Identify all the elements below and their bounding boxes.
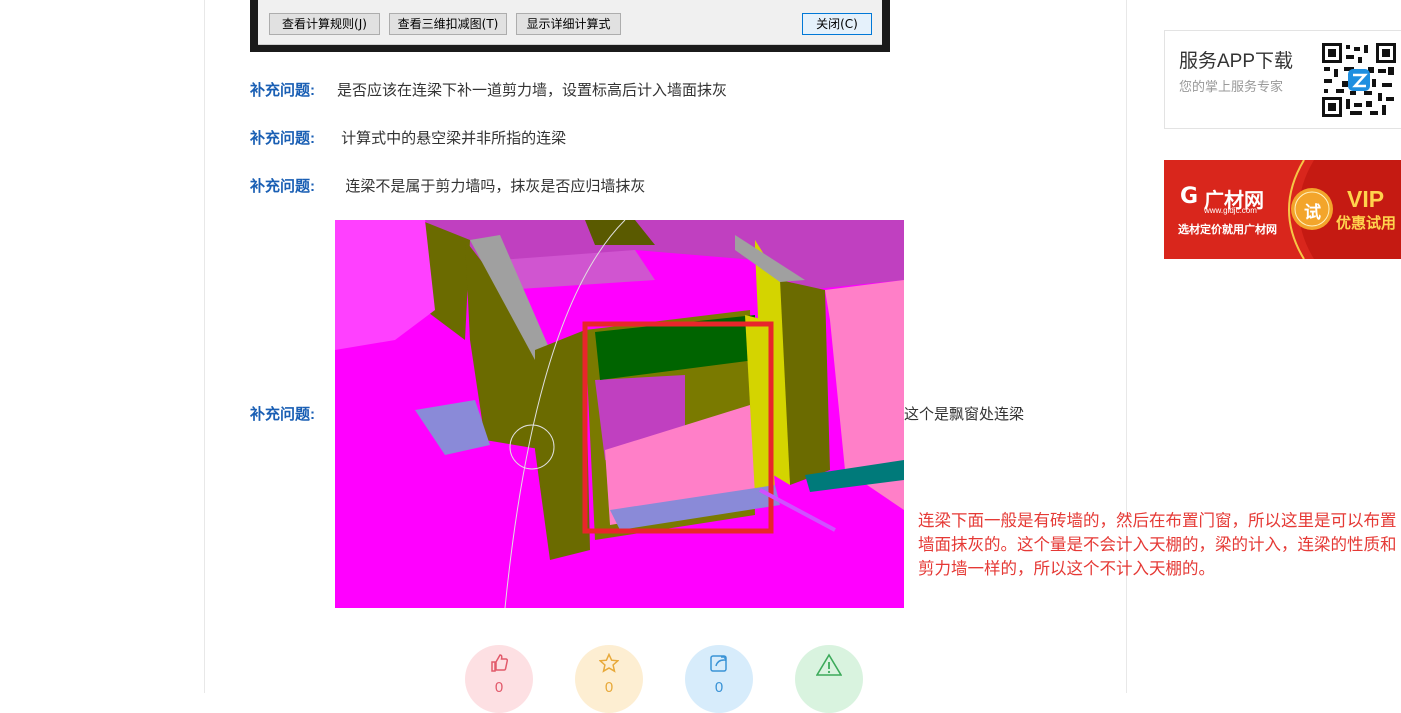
- share-icon: [685, 653, 753, 679]
- like-button[interactable]: 0: [465, 645, 533, 713]
- model-caption: 这个是飘窗处连梁: [904, 406, 1025, 423]
- favorite-count: 0: [604, 679, 614, 696]
- view-rules-button[interactable]: 查看计算规则(J): [269, 13, 380, 35]
- question-text: 是否应该在连梁下补一道剪力墙，设置标高后计入墙面抹灰: [337, 82, 728, 99]
- favorite-button[interactable]: 0: [575, 645, 643, 713]
- answer-annotation: 连梁下面一般是有砖墙的，然后在布置门窗，所以这里是可以布置墙面抹灰的。这个量是不…: [918, 511, 1397, 578]
- share-button[interactable]: 0: [685, 645, 753, 713]
- like-count: 0: [494, 679, 504, 696]
- dialog-screenshot: 查看计算规则(J) 查看三维扣减图(T) 显示详细计算式 关闭(C): [250, 0, 890, 52]
- question-label: 补充问题:: [250, 82, 315, 99]
- question-row: 补充问题: 是否应该在连梁下补一道剪力墙，设置标高后计入墙面抹灰: [250, 79, 727, 100]
- share-count: 0: [714, 679, 724, 696]
- question-text: 连梁不是属于剪力墙吗，抹灰是否应归墙抹灰: [337, 178, 646, 195]
- dialog-body: 查看计算规则(J) 查看三维扣减图(T) 显示详细计算式 关闭(C): [258, 0, 882, 45]
- question-row: 补充问题:: [250, 403, 315, 424]
- app-download-title: 服务APP下载: [1179, 51, 1294, 72]
- view-3d-button[interactable]: 查看三维扣减图(T): [389, 13, 507, 35]
- question-label: 补充问题:: [250, 130, 315, 147]
- question-label: 补充问题:: [250, 178, 315, 195]
- question-label: 补充问题:: [250, 406, 315, 423]
- thumb-up-icon: [465, 653, 533, 679]
- app-download-subtitle: 您的掌上服务专家: [1179, 79, 1284, 94]
- qr-code-icon: [1322, 43, 1396, 117]
- gldjc-logo-icon: G: [1180, 184, 1199, 209]
- warning-icon: [795, 653, 863, 683]
- banner-slogan: 选材定价就用广材网: [1178, 224, 1277, 236]
- banner-vip-sub: 优惠试用: [1336, 215, 1397, 232]
- model-3d-image: [335, 220, 904, 608]
- question-row: 补充问题: 连梁不是属于剪力墙吗，抹灰是否应归墙抹灰: [250, 175, 645, 196]
- close-button[interactable]: 关闭(C): [802, 13, 872, 35]
- banner-vip: VIP: [1347, 186, 1385, 212]
- star-icon: [575, 652, 643, 679]
- vip-trial-banner[interactable]: G 广材网 www.gldjc.com 选材定价就用广材网 试 VIP 优惠试用: [1164, 160, 1401, 259]
- app-download-card[interactable]: 服务APP下载 您的掌上服务专家: [1164, 30, 1401, 129]
- banner-url: www.gldjc.com: [1204, 206, 1257, 215]
- question-row: 补充问题: 计算式中的悬空梁并非所指的连梁: [250, 127, 566, 148]
- banner-try-badge: 试: [1304, 203, 1321, 222]
- report-button[interactable]: [795, 645, 863, 713]
- question-text: 计算式中的悬空梁并非所指的连梁: [337, 130, 567, 147]
- show-detail-button[interactable]: 显示详细计算式: [516, 13, 621, 35]
